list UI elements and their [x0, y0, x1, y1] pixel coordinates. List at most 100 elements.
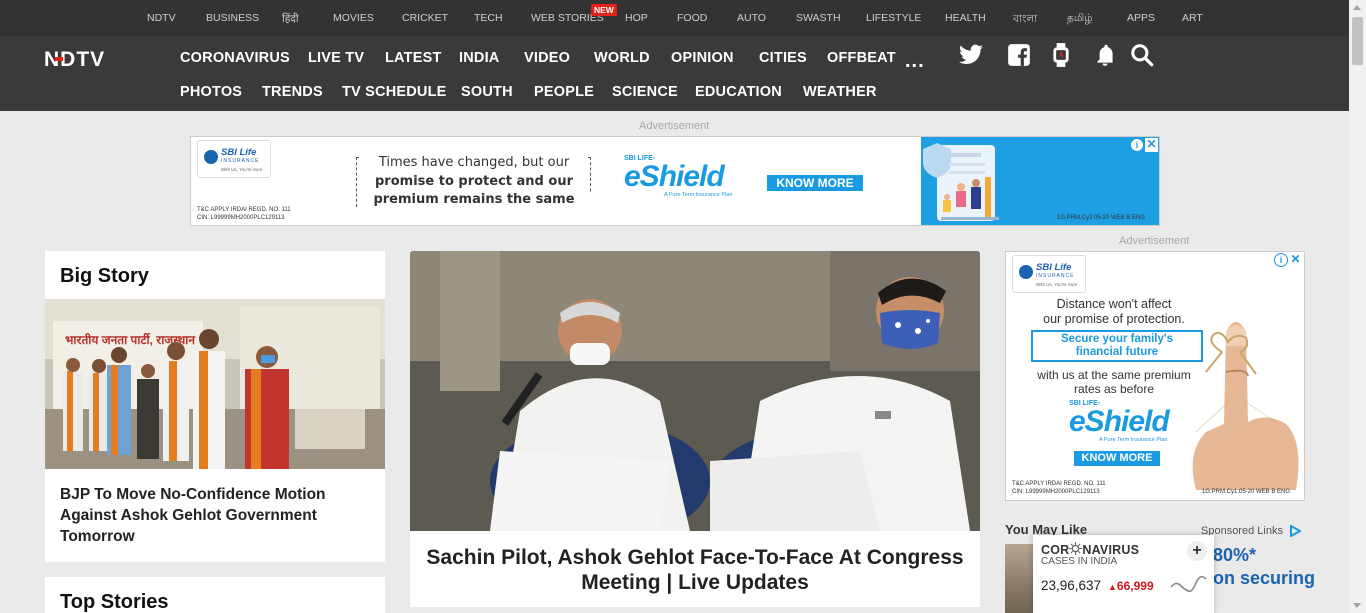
side-ad-line-3: with us at the same premium [1037, 368, 1191, 382]
facebook-icon[interactable] [1006, 42, 1032, 68]
nav-education[interactable]: EDUCATION [695, 84, 782, 100]
corona-new-cases-value: 66,999 [1116, 579, 1154, 593]
hero-story-card: Sachin Pilot, Ashok Gehlot Face-To-Face … [410, 251, 980, 607]
hero-headline[interactable]: Sachin Pilot, Ashok Gehlot Face-To-Face … [425, 545, 965, 595]
nav-world[interactable]: WORLD [594, 50, 650, 66]
scroll-up-arrow-icon[interactable] [1353, 5, 1361, 10]
ad-fine-print-2: CIN: L99999MH2000PLC129113 [197, 215, 285, 221]
topstrip-link-ndtv[interactable]: NDTV [147, 12, 176, 24]
nav-more-button[interactable]: ... [905, 50, 925, 73]
top-stories-card: Top Stories [45, 577, 385, 613]
nav-opinion[interactable]: OPINION [671, 50, 734, 66]
nav-people[interactable]: PEOPLE [534, 84, 594, 100]
side-banner-ad[interactable]: SBI Life INSURANCE With Us, You're Sure … [1005, 251, 1305, 501]
side-ad-highlight-1: Secure your family's [1060, 333, 1174, 345]
up-arrow-icon: ▲ [1108, 582, 1117, 592]
topstrip-link-health[interactable]: HEALTH [945, 12, 986, 24]
side-sbi-brand-tag: With Us, You're Sure [1036, 282, 1078, 287]
side-eshield-logo: SBI LIFE- eShield A Pure Term Insurance … [1069, 400, 1170, 443]
nav-video[interactable]: VIDEO [524, 50, 570, 66]
nav-coronavirus[interactable]: CORONAVIRUS [180, 50, 290, 66]
taboola-play-icon [1290, 525, 1302, 538]
side-ad-line-1: Distance won't affect [1056, 297, 1172, 311]
topstrip-link-bangla[interactable]: বাংলা [1013, 12, 1037, 29]
top-ad-label: Advertisement [639, 120, 710, 132]
corona-trend-sparkline-icon [1170, 575, 1207, 593]
side-ad-close-icon[interactable]: ✕ [1289, 253, 1302, 267]
side-sbi-logo-mark [1019, 265, 1033, 279]
congress-meeting-photo [410, 251, 980, 531]
ad-line-1: Times have changed, but our [361, 155, 587, 170]
topstrip-link-tech[interactable]: TECH [474, 12, 503, 24]
topstrip-link-art[interactable]: ART [1182, 12, 1203, 24]
side-ad-fine-print-3: 1G.PRM.Cy1.05-20 WEB B ENG [1202, 489, 1291, 495]
side-ad-fine-print-2: CIN: L99999MH2000PLC129113 [1012, 489, 1100, 495]
topstrip-link-hindi[interactable]: हिंदी [282, 12, 299, 26]
virus-icon [1069, 542, 1083, 555]
nav-cities[interactable]: CITIES [759, 50, 807, 66]
hero-story-image[interactable] [410, 251, 980, 531]
eshield-name: eShield [624, 160, 725, 193]
nav-latest[interactable]: LATEST [385, 50, 442, 66]
sbi-brand-sub: INSURANCE [221, 158, 260, 164]
nav-trends[interactable]: TRENDS [262, 84, 323, 100]
top-banner-ad[interactable]: SBI Life INSURANCE With Us, You're Sure … [190, 136, 1160, 226]
eshield-sub: A Pure Term Insurance Plan [664, 192, 733, 198]
topstrip-link-tamil[interactable]: தமிழ் [1067, 12, 1093, 25]
nav-live-tv[interactable]: LIVE TV [308, 50, 364, 66]
page-scrollbar[interactable] [1349, 0, 1366, 613]
notification-bell-icon[interactable] [1092, 42, 1118, 68]
side-ad-info-icon[interactable]: i [1274, 253, 1288, 267]
twitter-icon[interactable] [958, 42, 984, 68]
corona-expand-button[interactable]: + [1187, 541, 1207, 561]
nav-photos[interactable]: PHOTOS [180, 84, 242, 100]
sponsored-links[interactable]: Sponsored Links [1201, 525, 1302, 538]
scrollbar-thumb[interactable] [1352, 17, 1363, 65]
you-may-like-teaser-2[interactable]: on securing [1213, 568, 1315, 589]
logo-red-bar [55, 57, 63, 61]
ad-fine-print-3: 1G.PRM.Cy2.05-20 WEB B ENG [1057, 215, 1146, 221]
topstrip-link-business[interactable]: BUSINESS [206, 12, 259, 24]
side-ad-choices-controls: i ✕ [1274, 253, 1302, 267]
corona-widget-subtitle: CASES IN INDIA [1041, 556, 1118, 567]
side-ad-highlight-2: financial future [1075, 346, 1159, 358]
topstrip-link-food[interactable]: FOOD [677, 12, 707, 24]
side-ad-label: Advertisement [1119, 235, 1190, 247]
ndtv-logo[interactable]: NDTV [44, 48, 144, 71]
topstrip-link-swasth[interactable]: SWASTH [796, 12, 841, 24]
eshield-logo: SBI LIFE- eShield A Pure Term Insurance … [624, 155, 732, 198]
smartwatch-icon[interactable] [1048, 42, 1074, 68]
topstrip-link-movies[interactable]: MOVIES [333, 12, 374, 24]
big-story-image[interactable]: भारतीय जनता पार्टी, राजस्थान [45, 299, 385, 469]
top-strip-nav: NDTV BUSINESS हिंदी MOVIES CRICKET TECH … [0, 0, 1366, 36]
nav-weather[interactable]: WEATHER [803, 84, 877, 100]
big-story-headline[interactable]: BJP To Move No-Confidence Motion Against… [60, 484, 372, 547]
nav-india[interactable]: INDIA [459, 50, 499, 66]
coronavirus-cases-widget[interactable]: COR NAVIRUS CASES IN INDIA 23,96,637 ▲66,… [1033, 535, 1214, 613]
ad-line-2: promise to protect and our [375, 174, 573, 189]
ad-info-icon[interactable]: i [1130, 138, 1144, 152]
know-more-button[interactable]: KNOW MORE [767, 175, 863, 191]
nav-offbeat[interactable]: OFFBEAT [827, 50, 896, 66]
corona-total-cases: 23,96,637 [1041, 578, 1102, 593]
search-icon[interactable] [1129, 42, 1155, 68]
side-know-more-button[interactable]: KNOW MORE [1074, 451, 1160, 466]
nav-south[interactable]: SOUTH [461, 84, 513, 100]
sbi-logo-mark [204, 150, 218, 164]
topstrip-link-cricket[interactable]: CRICKET [402, 12, 448, 24]
nav-tv-schedule[interactable]: TV SCHEDULE [342, 84, 447, 100]
side-ad-line-4: rates as before [1073, 382, 1155, 396]
topstrip-link-hop[interactable]: HOP [625, 12, 648, 24]
finger-with-string-illustration [1192, 322, 1299, 490]
you-may-like-teaser-1[interactable]: 80%* [1213, 545, 1256, 566]
scroll-down-arrow-icon[interactable] [1353, 603, 1361, 608]
side-ad-line-2: our promise of protection. [1043, 312, 1185, 326]
bjp-press-conference-photo: भारतीय जनता पार्टी, राजस्थान [45, 299, 385, 469]
corona-title-pre: COR [1041, 543, 1070, 557]
topstrip-link-apps[interactable]: APPS [1127, 12, 1155, 24]
main-header: NDTV CORONAVIRUS LIVE TV LATEST INDIA VI… [0, 36, 1366, 111]
topstrip-link-lifestyle[interactable]: LIFESTYLE [866, 12, 921, 24]
nav-science[interactable]: SCIENCE [612, 84, 678, 100]
ad-close-icon[interactable]: ✕ [1145, 138, 1158, 152]
topstrip-link-auto[interactable]: AUTO [737, 12, 766, 24]
